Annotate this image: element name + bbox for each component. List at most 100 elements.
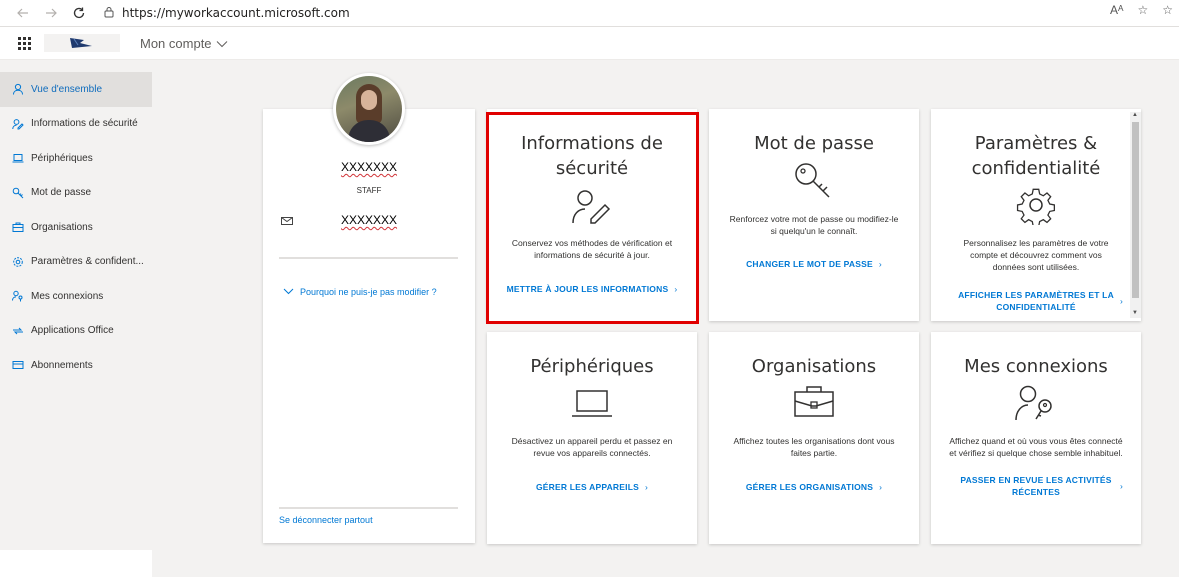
profile-card — [263, 109, 475, 543]
organizations-tile[interactable]: Organisations Affichez toutes les organi… — [709, 332, 919, 544]
tile-description: si quelqu'un le connaît. — [770, 226, 858, 236]
key-icon — [12, 187, 24, 199]
sidebar-item-subscriptions[interactable]: Abonnements — [0, 348, 152, 383]
divider — [279, 257, 458, 259]
arrow-right-icon[interactable] — [40, 2, 62, 24]
laptop-icon — [571, 388, 613, 425]
tile-description: Personnalisez les paramètres de votre — [963, 238, 1109, 248]
person-icon — [12, 83, 24, 95]
chevron-right-icon[interactable]: › — [645, 482, 648, 492]
briefcase-icon — [793, 384, 835, 423]
app-launcher-icon[interactable] — [0, 27, 48, 60]
change-password-link[interactable]: CHANGER LE MOT DE PASSE › — [723, 258, 905, 270]
sidebar-item-label[interactable]: Informations de sécurité — [31, 118, 138, 129]
sidebar-item-my-sign-ins[interactable]: Mes connexions — [0, 279, 152, 314]
view-settings-privacy-link[interactable]: AFFICHER LES PARAMÈTRES ET LA CONFIDENTI… — [945, 289, 1127, 313]
review-recent-activity-link[interactable]: PASSER EN REVUE LES ACTIVITÉS RÉCENTES › — [945, 474, 1127, 498]
address-bar[interactable]: https://myworkaccount.microsoft.com — [104, 6, 350, 21]
tile-description: informations de sécurité à jour. — [534, 250, 650, 260]
tile-description: Renforcez votre mot de passe ou modifiez… — [729, 214, 899, 224]
account-menu[interactable]: Mon compte — [140, 36, 228, 51]
why-link-label[interactable]: Pourquoi ne puis-je pas modifier ? — [300, 287, 437, 297]
scrollbar-thumb[interactable] — [1132, 122, 1139, 298]
briefcase-icon — [12, 221, 24, 233]
sidebar-item-label[interactable]: Vue d'ensemble — [31, 84, 102, 95]
sidebar-item-label[interactable]: Mot de passe — [31, 187, 91, 198]
chevron-right-icon[interactable]: › — [879, 259, 882, 269]
laptop-icon — [12, 152, 24, 164]
sign-out-everywhere-link[interactable]: Se déconnecter partout — [279, 515, 373, 525]
lock-icon[interactable] — [104, 6, 114, 21]
scroll-down-icon[interactable]: ▼ — [1132, 310, 1138, 316]
avatar[interactable] — [333, 73, 405, 145]
sidebar-item-office-apps[interactable]: Applications Office — [0, 314, 152, 349]
divider — [279, 507, 458, 509]
tile-description: Affichez quand et où vous vous êtes conn… — [949, 436, 1123, 446]
tile-title: Mes connexions — [964, 356, 1108, 377]
tile-description: revue vos appareils connectés. — [533, 448, 651, 458]
sign-ins-icon — [1015, 384, 1057, 427]
url-text[interactable]: https://myworkaccount.microsoft.com — [122, 6, 350, 20]
app-header: Mon compte — [0, 27, 1179, 60]
chevron-right-icon[interactable]: › — [879, 482, 882, 492]
tile-description: faites partie. — [790, 448, 838, 458]
manage-organizations-link-label[interactable]: GÉRER LES ORGANISATIONS — [746, 482, 873, 492]
view-settings-link-label[interactable]: AFFICHER LES PARAMÈTRES ET LA — [945, 289, 1127, 301]
chevron-down-icon[interactable] — [283, 287, 294, 297]
sidebar-item-organizations[interactable]: Organisations — [0, 210, 152, 245]
organization-logo[interactable] — [44, 34, 120, 52]
profile-name: XXXXXXX — [340, 160, 398, 174]
sidebar-item-devices[interactable]: Périphériques — [0, 141, 152, 176]
manage-devices-link-label[interactable]: GÉRER LES APPAREILS — [536, 482, 639, 492]
account-menu-label[interactable]: Mon compte — [140, 36, 212, 51]
sidebar-item-password[interactable]: Mot de passe — [0, 176, 152, 211]
update-info-link[interactable]: METTRE À JOUR LES INFORMATIONS › — [501, 283, 683, 295]
manage-organizations-link[interactable]: GÉRER LES ORGANISATIONS › — [723, 481, 905, 493]
sidebar-item-label[interactable]: Abonnements — [31, 360, 93, 371]
gear-icon — [12, 256, 24, 268]
sidebar-item-label[interactable]: Mes connexions — [31, 291, 103, 302]
tile-title: confidentialité — [971, 158, 1101, 179]
tile-title: Paramètres & — [974, 133, 1098, 154]
favorite-add-icon[interactable]: ☆ — [1137, 3, 1148, 17]
my-sign-ins-tile[interactable]: Mes connexions Affichez quand et où vous… — [931, 332, 1141, 544]
sidebar-item-overview[interactable]: Vue d'ensemble — [0, 72, 152, 107]
office-apps-icon — [12, 325, 24, 337]
chevron-down-icon[interactable] — [216, 36, 228, 51]
sidebar-item-label[interactable]: Organisations — [31, 222, 93, 233]
update-info-link-label[interactable]: METTRE À JOUR LES INFORMATIONS — [507, 284, 669, 294]
change-password-link-label[interactable]: CHANGER LE MOT DE PASSE — [746, 259, 873, 269]
browser-toolbar: https://myworkaccount.microsoft.com Aᴬ ☆… — [0, 0, 1179, 27]
tile-title: Périphériques — [530, 356, 654, 377]
why-cant-i-edit-link[interactable]: Pourquoi ne puis-je pas modifier ? — [283, 287, 437, 297]
sidebar-item-label[interactable]: Applications Office — [31, 325, 114, 336]
devices-tile[interactable]: Périphériques Désactivez un appareil per… — [487, 332, 697, 544]
tile-description: données sont utilisées. — [992, 262, 1080, 272]
sidebar-item-label[interactable]: Paramètres & confident... — [31, 256, 144, 267]
view-settings-link-label[interactable]: CONFIDENTIALITÉ — [945, 301, 1127, 313]
review-activity-link-label[interactable]: RÉCENTES — [945, 486, 1127, 498]
review-activity-link-label[interactable]: PASSER EN REVUE LES ACTIVITÉS — [945, 474, 1127, 486]
scroll-up-icon[interactable]: ▲ — [1132, 112, 1138, 118]
sidebar-item-settings-privacy[interactable]: Paramètres & confident... — [0, 245, 152, 280]
sign-ins-icon — [12, 290, 24, 302]
read-aloud-icon[interactable]: Aᴬ — [1110, 3, 1123, 17]
security-info-tile[interactable]: Informations de sécurité Conservez vos m… — [487, 109, 697, 321]
reload-icon[interactable] — [68, 2, 90, 24]
settings-privacy-tile[interactable]: Paramètres & confidentialité Personnalis… — [931, 109, 1141, 321]
chevron-right-icon[interactable]: › — [1120, 295, 1123, 307]
sidebar-item-security-info[interactable]: Informations de sécurité — [0, 107, 152, 142]
favorites-icon[interactable]: ☆ — [1162, 3, 1173, 17]
profile-email: XXXXXXX — [341, 213, 398, 227]
manage-devices-link[interactable]: GÉRER LES APPAREILS › — [501, 481, 683, 493]
password-tile[interactable]: Mot de passe Renforcez votre mot de pass… — [709, 109, 919, 321]
sidebar-item-label[interactable]: Périphériques — [31, 153, 93, 164]
sidebar: Vue d'ensemble Informations de sécurité … — [0, 60, 152, 550]
scrollbar[interactable]: ▲ ▼ — [1130, 112, 1141, 318]
chevron-right-icon[interactable]: › — [674, 284, 677, 294]
arrow-left-icon[interactable] — [12, 2, 34, 24]
mail-icon — [281, 214, 293, 226]
tile-description: Conservez vos méthodes de vérification e… — [511, 238, 673, 248]
chevron-right-icon[interactable]: › — [1120, 480, 1123, 492]
subscriptions-icon — [12, 359, 24, 371]
